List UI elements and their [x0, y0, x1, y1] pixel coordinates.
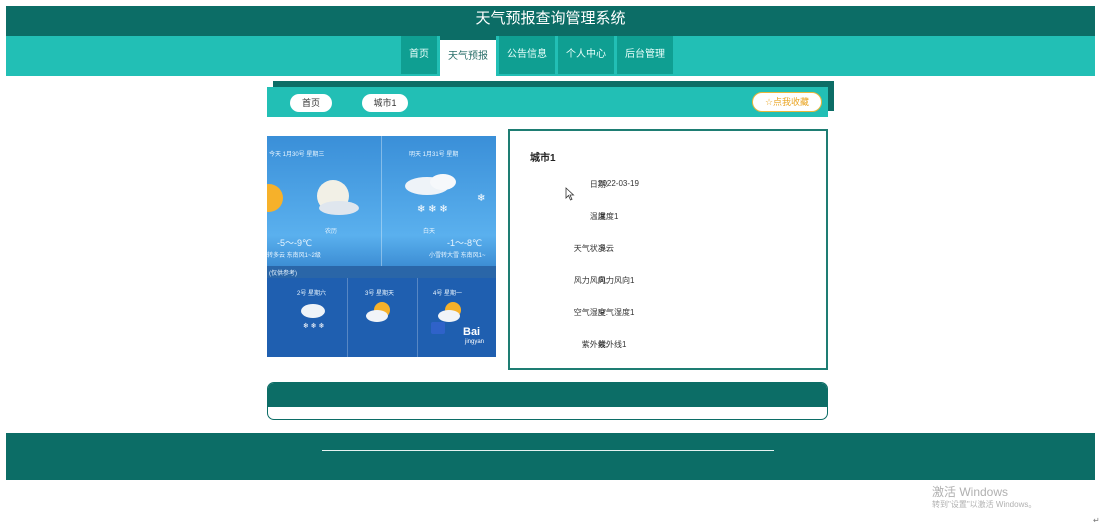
content-panel — [267, 382, 828, 420]
detail-row-condition: 天气状况: 多云 — [510, 243, 826, 257]
nav-home[interactable]: 首页 — [401, 36, 437, 74]
footer-divider — [322, 450, 774, 451]
image-text-left-temp: -5～-9℃ — [277, 238, 313, 248]
detail-value: 2022-03-19 — [598, 179, 639, 188]
detail-row-temperature: 温度: 温度1 — [510, 211, 826, 225]
snowflake-icon: ❄ ❄ ❄ — [417, 204, 448, 215]
detail-row-humidity: 空气湿度: 空气湿度1 — [510, 307, 826, 321]
detail-value: 紫外线1 — [598, 340, 627, 349]
weather-icons-svg: ❄ ❄ ❄ ❄ — [267, 174, 485, 215]
detail-value: 多云 — [598, 244, 614, 253]
snow-cloud-icon-2 — [430, 174, 456, 190]
nav-weather[interactable]: 天气预报 — [440, 36, 496, 76]
detail-row-uv: 紫外线: 紫外线1 — [510, 339, 826, 353]
image-text-left-cond: 农历 — [325, 229, 338, 235]
breadcrumb — [267, 87, 828, 117]
app-title: 天气预报查询管理系统 — [475, 10, 626, 27]
image-text-right-wind: 小雪转大雪 东南风1~ — [429, 253, 486, 259]
detail-row-date: 日期: 2022-03-19 — [510, 179, 826, 193]
snowflake-small-icon: ❄ ❄ ❄ — [303, 322, 325, 330]
forecast-icons-svg: ❄ ❄ ❄ — [301, 302, 461, 334]
nav-notice[interactable]: 公告信息 — [499, 36, 555, 74]
panel-header — [268, 383, 827, 407]
sun-icon — [267, 184, 283, 212]
detail-card: 城市1 日期: 2022-03-19 温度: 温度1 天气状况: 多云 风力风向… — [508, 129, 828, 370]
image-text-band: (仅供参考) — [269, 271, 297, 277]
detail-row-wind: 风力风向: 风力风向1 — [510, 275, 826, 289]
main-nav: 首页 天气预报 公告信息 个人中心 后台管理 — [401, 36, 673, 76]
nav-profile[interactable]: 个人中心 — [558, 36, 614, 74]
detail-value: 温度1 — [598, 212, 619, 221]
city-title: 城市1 — [530, 153, 556, 164]
breadcrumb-home[interactable]: 首页 — [290, 94, 332, 112]
cloud-small-icon-2 — [438, 310, 460, 322]
image-text-right-cond: 白天 — [423, 229, 436, 235]
image-text-right-date: 明天 1月31号 星期 — [409, 152, 459, 158]
snowflake-icon-2: ❄ — [477, 193, 485, 204]
snow-cloud-small-icon — [301, 304, 325, 318]
detail-value: 空气湿度1 — [598, 308, 635, 317]
footer — [6, 433, 1095, 480]
image-text-left-date: 今天 1月30号 星期三 — [269, 152, 325, 158]
favorite-button[interactable]: ☆点我收藏 — [752, 92, 822, 112]
image-text-left-wind: 转多云 东南风1~2级 — [267, 253, 321, 259]
corner-mark: ↵ — [1093, 516, 1100, 525]
image-text-right-temp: -1～-8℃ — [447, 238, 483, 248]
mouse-cursor-icon — [565, 187, 575, 201]
windows-activation-subtitle: 转到"设置"以激活 Windows。 — [932, 500, 1037, 509]
image-band — [267, 266, 496, 278]
breadcrumb-current[interactable]: 城市1 — [362, 94, 408, 112]
weather-image: 今天 1月30号 星期三 明天 1月31号 星期 ❄ ❄ ❄ ❄ 农历 白天 -… — [267, 136, 496, 357]
baidu-logo-icon — [431, 322, 445, 334]
cloud-small-icon — [366, 310, 388, 322]
windows-activation-title: 激活 Windows — [932, 485, 1009, 499]
image-watermark-sub: jingyan — [465, 339, 485, 345]
nav-admin[interactable]: 后台管理 — [617, 36, 673, 74]
image-watermark: Bai — [463, 326, 481, 338]
cloud-icon — [319, 201, 359, 215]
detail-value: 风力风向1 — [598, 276, 635, 285]
